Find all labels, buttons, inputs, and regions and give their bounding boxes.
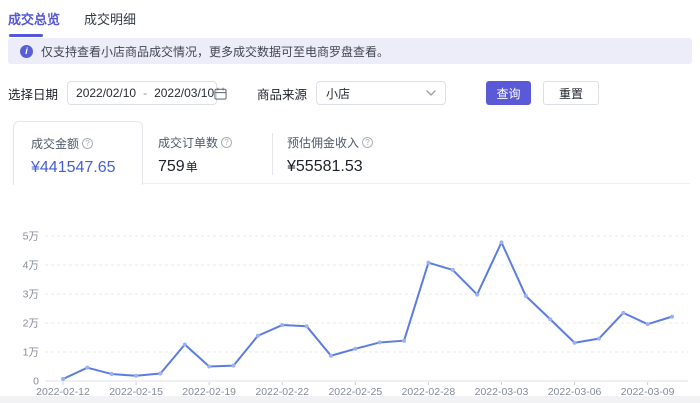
- date-separator: -: [143, 86, 147, 100]
- stat-commission-label: 预估佣金收入: [287, 134, 359, 151]
- stat-card-amount[interactable]: 成交金额 ? ¥441547.65: [13, 121, 143, 185]
- product-source-select[interactable]: 小店: [316, 81, 446, 105]
- data-point-marker: [646, 322, 650, 326]
- y-axis-label: 2万: [23, 318, 39, 330]
- filter-row: 选择日期 2022/02/10 - 2022/03/10 商品来源 小店 查询 …: [8, 81, 700, 105]
- product-source-label: 商品来源: [257, 84, 307, 103]
- stat-amount-label-row: 成交金额 ?: [31, 135, 142, 152]
- date-end-value: 2022/03/10: [154, 86, 214, 100]
- data-point-marker: [305, 324, 309, 328]
- stats-tabbar: 成交金额 ? ¥441547.65 成交订单数 ? 759单 预估佣金收入 ? …: [13, 121, 690, 184]
- stat-orders-number: 759: [158, 158, 185, 175]
- transactions-line-chart[interactable]: 01万2万3万4万5万2022-02-122022-02-152022-02-1…: [0, 213, 700, 398]
- info-icon: i: [20, 45, 33, 58]
- data-point-marker: [110, 372, 114, 376]
- banner-text: 仅支持查看小店商品成交情况，更多成交数据可至电商罗盘查看。: [41, 43, 389, 60]
- data-point-marker: [158, 371, 162, 375]
- active-tab-underline: [9, 34, 43, 37]
- chevron-down-icon: [426, 90, 436, 96]
- data-point-marker: [134, 374, 138, 378]
- data-point-marker: [256, 334, 260, 338]
- data-point-marker: [451, 268, 455, 272]
- stat-orders-unit: 单: [186, 160, 198, 174]
- top-tabs: 成交总览 成交明细: [8, 9, 136, 28]
- data-point-marker: [183, 342, 187, 346]
- date-range-label: 选择日期: [8, 84, 58, 103]
- date-start-value: 2022/02/10: [76, 86, 136, 100]
- data-point-marker: [378, 340, 382, 344]
- stat-card-orders[interactable]: 成交订单数 ? 759单: [158, 121, 232, 176]
- date-range-input[interactable]: 2022/02/10 - 2022/03/10: [67, 81, 217, 105]
- data-point-marker: [499, 240, 503, 244]
- data-point-marker: [621, 311, 625, 315]
- stat-card-commission[interactable]: 预估佣金收入 ? ¥55581.53: [287, 121, 373, 176]
- reset-button[interactable]: 重置: [543, 81, 599, 105]
- data-point-marker: [548, 317, 552, 321]
- stat-orders-value: 759单: [158, 158, 232, 176]
- y-axis-label: 3万: [23, 289, 39, 301]
- stats-divider: [272, 133, 273, 175]
- data-point-marker: [475, 293, 479, 297]
- help-icon[interactable]: ?: [221, 137, 232, 148]
- product-source-value: 小店: [326, 85, 350, 102]
- y-axis-label: 4万: [23, 260, 39, 272]
- stat-orders-label: 成交订单数: [158, 134, 218, 151]
- stat-amount-value: ¥441547.65: [31, 159, 142, 177]
- help-icon[interactable]: ?: [82, 138, 93, 149]
- tab-detail[interactable]: 成交明细: [84, 9, 136, 28]
- stat-amount-label: 成交金额: [31, 135, 79, 152]
- y-axis-label: 5万: [23, 231, 39, 243]
- help-icon[interactable]: ?: [362, 137, 373, 148]
- calendar-icon: [214, 87, 227, 100]
- data-point-marker: [524, 294, 528, 298]
- page-background-strip: [0, 396, 700, 403]
- data-point-marker: [670, 315, 674, 319]
- data-point-marker: [426, 261, 430, 265]
- info-banner: i 仅支持查看小店商品成交情况，更多成交数据可至电商罗盘查看。: [8, 38, 692, 64]
- data-point-marker: [329, 354, 333, 358]
- stat-orders-label-row: 成交订单数 ?: [158, 134, 232, 151]
- data-point-marker: [207, 365, 211, 369]
- tab-overview-label: 成交总览: [8, 12, 60, 27]
- stat-commission-label-row: 预估佣金收入 ?: [287, 134, 373, 151]
- data-point-marker: [61, 377, 65, 381]
- stat-commission-value: ¥55581.53: [287, 158, 373, 176]
- transaction-dashboard: 成交总览 成交明细 i 仅支持查看小店商品成交情况，更多成交数据可至电商罗盘查看…: [0, 0, 700, 403]
- tab-detail-label: 成交明细: [84, 12, 136, 27]
- tab-overview[interactable]: 成交总览: [8, 9, 60, 28]
- data-point-marker: [353, 347, 357, 351]
- data-point-marker: [232, 364, 236, 368]
- data-point-marker: [597, 337, 601, 341]
- query-button[interactable]: 查询: [486, 81, 531, 105]
- revenue-line: [63, 242, 672, 379]
- y-axis-label: 1万: [23, 347, 39, 359]
- data-point-marker: [573, 341, 577, 345]
- data-point-marker: [402, 339, 406, 343]
- data-point-marker: [85, 366, 89, 370]
- data-point-marker: [280, 323, 284, 327]
